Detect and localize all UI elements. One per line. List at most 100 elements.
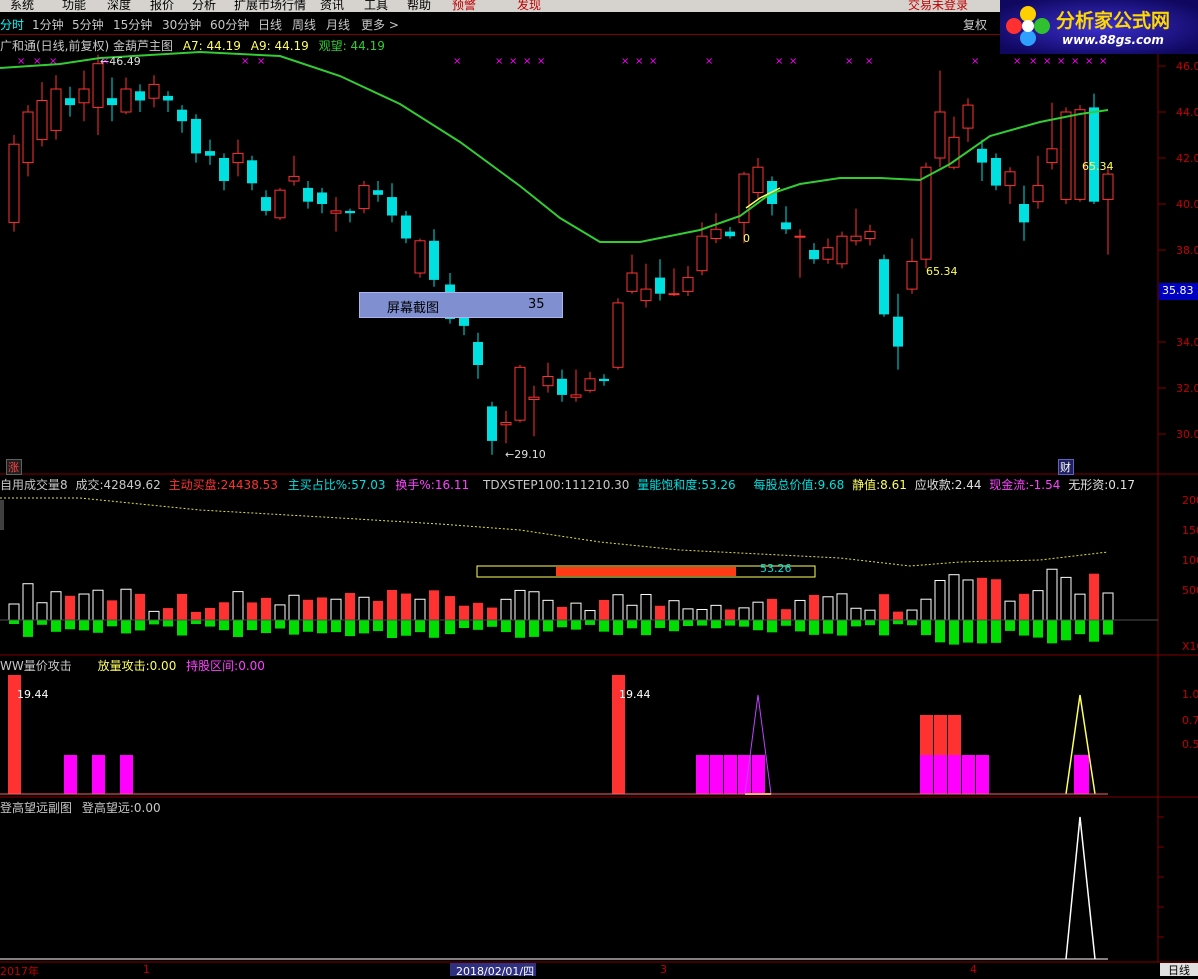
x-label-3: 3 bbox=[660, 963, 667, 976]
volume-bar bbox=[1032, 590, 1044, 638]
volume-bar bbox=[247, 602, 257, 631]
ind1-bar bbox=[948, 755, 961, 794]
volume-bar bbox=[261, 597, 271, 634]
volume-bar bbox=[1019, 593, 1029, 636]
volume-bar bbox=[92, 589, 104, 633]
candle bbox=[429, 229, 439, 287]
signal-x-mark: × bbox=[453, 56, 461, 67]
candle bbox=[710, 213, 722, 244]
ind1-bar bbox=[920, 755, 933, 794]
candle bbox=[584, 371, 596, 393]
candle bbox=[725, 227, 735, 239]
volume-bar bbox=[1046, 568, 1058, 644]
candle bbox=[781, 206, 791, 234]
volume-bar bbox=[387, 590, 397, 638]
volume-bar bbox=[8, 603, 20, 624]
volume-bar bbox=[107, 600, 117, 627]
vol-y-tick-2000: 2000 bbox=[1182, 494, 1198, 507]
volume-bar bbox=[330, 598, 342, 633]
candle bbox=[752, 158, 764, 200]
candle bbox=[668, 268, 680, 296]
signal-x-mark: × bbox=[789, 56, 797, 67]
volume-bar bbox=[401, 593, 411, 636]
signal-x-mark: × bbox=[509, 56, 517, 67]
signal-x-mark: × bbox=[1099, 56, 1107, 67]
signal-x-mark: × bbox=[537, 56, 545, 67]
candle bbox=[473, 332, 483, 379]
volume-bar bbox=[879, 594, 889, 636]
volume-bar bbox=[232, 591, 244, 637]
dgwy-chart[interactable] bbox=[0, 797, 1158, 962]
candle bbox=[148, 75, 160, 108]
candle bbox=[893, 293, 903, 370]
volume-bar bbox=[570, 602, 582, 630]
cai-badge[interactable]: 财 bbox=[1058, 459, 1074, 475]
volume-bar bbox=[274, 604, 286, 629]
volume-bar bbox=[120, 588, 132, 634]
volume-bar bbox=[696, 608, 708, 626]
tooltip-value: 35 bbox=[528, 297, 545, 312]
candle bbox=[191, 114, 201, 163]
y-tick-32: 32.0 bbox=[1176, 382, 1198, 395]
candle bbox=[78, 70, 90, 122]
volume-chart[interactable] bbox=[0, 490, 1158, 655]
candle bbox=[542, 362, 554, 393]
ww-price-attack-chart[interactable] bbox=[0, 655, 1158, 797]
volume-bar bbox=[1004, 600, 1016, 631]
signal-x-mark: × bbox=[705, 56, 713, 67]
volume-bar bbox=[781, 609, 791, 626]
signal-x-mark: × bbox=[1043, 56, 1051, 67]
candle bbox=[1004, 167, 1016, 204]
candle bbox=[528, 385, 540, 437]
candle bbox=[358, 181, 370, 214]
y-tick-42: 42.0 bbox=[1176, 152, 1198, 165]
candle bbox=[177, 105, 187, 133]
y-tick-38: 38.0 bbox=[1176, 244, 1198, 257]
y-tick-40: 40.0 bbox=[1176, 198, 1198, 211]
x-axis: 2017年 1 2018/02/01/四 3 4 日线 bbox=[0, 963, 1198, 978]
signal-x-mark: × bbox=[635, 56, 643, 67]
annotation-zero: 0 bbox=[743, 232, 750, 245]
candle bbox=[977, 139, 987, 181]
volume-bar bbox=[934, 579, 946, 643]
volume-bar bbox=[22, 583, 34, 637]
candlestick-chart[interactable]: × × × × × × × × × × × × × × × × × × × × × × × × × × × bbox=[0, 0, 1158, 474]
volume-bar bbox=[725, 609, 735, 626]
candle bbox=[794, 229, 806, 278]
candle bbox=[557, 369, 567, 402]
volume-bar bbox=[50, 591, 62, 632]
volume-ma-dotted-line bbox=[0, 497, 1109, 567]
candle bbox=[288, 155, 300, 186]
dgwy-line bbox=[1065, 816, 1096, 960]
zhang-badge[interactable]: 涨 bbox=[6, 459, 22, 475]
vol-y-tick-500: 500 bbox=[1182, 584, 1198, 597]
volume-bar bbox=[850, 607, 862, 627]
ind1-y-tick-1: 1.0 bbox=[1182, 688, 1198, 701]
signal-x-mark: × bbox=[241, 56, 249, 67]
candle bbox=[850, 208, 862, 246]
volume-bar bbox=[473, 602, 483, 630]
volume-bar bbox=[514, 589, 526, 638]
ind2-axis-ticks bbox=[1158, 816, 1164, 938]
volume-bar bbox=[906, 609, 918, 626]
ind1-bar bbox=[64, 755, 77, 794]
candle bbox=[640, 263, 652, 308]
volume-bar bbox=[219, 602, 229, 631]
volume-bar bbox=[864, 609, 876, 626]
daily-tab[interactable]: 日线 bbox=[1160, 963, 1198, 977]
volume-bar bbox=[626, 604, 638, 629]
volume-bar bbox=[36, 602, 48, 625]
volume-bar bbox=[135, 593, 145, 631]
ind1-bar bbox=[710, 755, 723, 794]
volume-bar bbox=[920, 598, 932, 636]
candle bbox=[387, 183, 397, 223]
y-tick-46: 46.0 bbox=[1176, 60, 1198, 73]
ind1-value-b: 19.44 bbox=[619, 688, 651, 701]
y-tick-30: 30.0 bbox=[1176, 428, 1198, 441]
signal-x-mark: × bbox=[1085, 56, 1093, 67]
volume-bar bbox=[1089, 573, 1099, 642]
cai-badge-text: 财 bbox=[1060, 461, 1071, 474]
signal-x-mark: × bbox=[775, 56, 783, 67]
candle bbox=[22, 105, 34, 177]
candle bbox=[1019, 185, 1029, 241]
